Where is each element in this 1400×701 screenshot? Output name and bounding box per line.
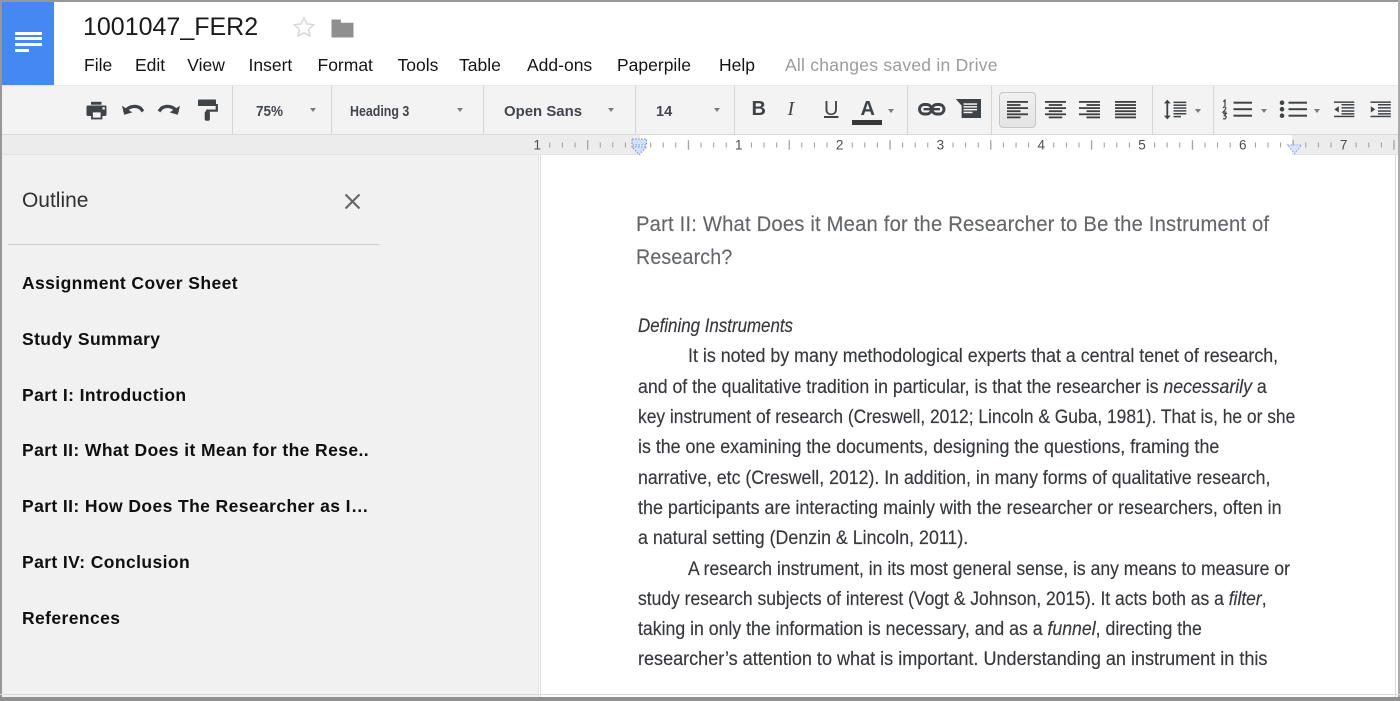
svg-text:7: 7 bbox=[1340, 138, 1348, 153]
svg-text:3: 3 bbox=[937, 138, 945, 153]
svg-text:1: 1 bbox=[735, 138, 743, 153]
svg-text:4: 4 bbox=[1037, 138, 1045, 153]
svg-text:2: 2 bbox=[836, 138, 844, 153]
svg-text:1: 1 bbox=[533, 138, 541, 153]
svg-text:5: 5 bbox=[1138, 138, 1146, 153]
svg-text:6: 6 bbox=[1239, 138, 1247, 153]
